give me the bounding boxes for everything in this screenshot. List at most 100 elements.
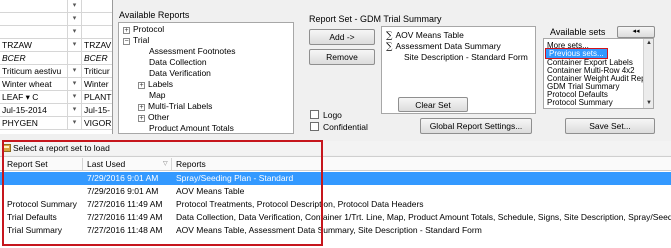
- grid-cell[interactable]: [0, 0, 68, 13]
- tree-node-assessment-footnotes[interactable]: Assessment Footnotes: [149, 46, 235, 57]
- column-header-last-used[interactable]: Last Used: [87, 157, 125, 171]
- cell-reports: AOV Means Table: [176, 186, 245, 196]
- grid-cell[interactable]: BCER: [82, 52, 112, 65]
- grid-cell[interactable]: [0, 13, 68, 26]
- column-divider[interactable]: [82, 158, 83, 170]
- scroll-down-icon[interactable]: ▼: [645, 99, 653, 107]
- vertical-scrollbar[interactable]: ▲ ▼: [643, 39, 653, 108]
- scroll-up-icon[interactable]: ▲: [645, 39, 653, 47]
- grid-cell[interactable]: [82, 26, 112, 39]
- report-set-list[interactable]: ∑ AOV Means Table ∑ Assessment Data Summar…: [381, 26, 536, 114]
- add-button[interactable]: Add ->: [309, 29, 375, 45]
- list-item-label: Assessment Data Summary: [395, 41, 501, 51]
- grid-cell[interactable]: Winter wheat: [0, 78, 68, 91]
- tree-node-trial[interactable]: − Trial: [123, 35, 149, 46]
- table-row[interactable]: Trial Summary 7/27/2016 11:48 AM AOV Mea…: [0, 224, 671, 237]
- grid-cell[interactable]: TRZAV: [82, 39, 112, 52]
- grid-cell[interactable]: Triticur: [82, 65, 112, 78]
- logo-checkbox[interactable]: [310, 110, 319, 119]
- chevron-down-icon[interactable]: ▾: [68, 13, 82, 26]
- logo-label: Logo: [323, 110, 342, 120]
- expand-icon[interactable]: +: [138, 104, 145, 111]
- chevron-down-icon[interactable]: ▾: [68, 65, 82, 78]
- available-sets-list[interactable]: More sets... Previous sets... Container …: [543, 38, 654, 109]
- save-set-button[interactable]: Save Set...: [565, 118, 655, 134]
- grid-row: Triticum aestivu ▾ Triticur: [0, 65, 112, 78]
- tree-node-label: Protocol: [133, 24, 165, 34]
- chevron-down-icon[interactable]: ▾: [68, 39, 82, 52]
- grid-row: Jul-15-2014 ▾ Jul-15-: [0, 104, 112, 117]
- tree-node-multi-trial-labels[interactable]: + Multi-Trial Labels: [138, 101, 212, 112]
- grid-row: Winter wheat ▾ Winter: [0, 78, 112, 91]
- chevron-down-icon[interactable]: ▾: [68, 26, 82, 39]
- column-divider[interactable]: [171, 158, 172, 170]
- tree-node-label: Product Amount Totals: [149, 123, 234, 133]
- chevron-down-icon[interactable]: ▾: [68, 91, 82, 104]
- chevron-down-icon[interactable]: ▾: [68, 78, 82, 91]
- grid-cell[interactable]: Triticum aestivu: [0, 65, 68, 78]
- confidential-checkbox[interactable]: [310, 122, 319, 131]
- cell-last-used: 7/27/2016 11:49 AM: [87, 199, 163, 209]
- table-row[interactable]: 7/29/2016 9:01 AM Spray/Seeding Plan - S…: [0, 172, 671, 185]
- grid-row: BCER BCER: [0, 52, 112, 65]
- cell-reports: Protocol Treatments, Protocol Descriptio…: [176, 199, 424, 209]
- available-reports-title: Available Reports: [119, 10, 190, 20]
- list-item[interactable]: ∑ AOV Means Table: [386, 30, 464, 41]
- chevron-down-icon[interactable]: ▾: [68, 104, 82, 117]
- grid-cell[interactable]: BCER: [0, 52, 68, 65]
- cell-reports: Data Collection, Data Verification, Cont…: [176, 212, 671, 222]
- collapse-icon[interactable]: −: [123, 38, 130, 45]
- remove-button[interactable]: Remove: [309, 49, 375, 65]
- tree-node-other[interactable]: + Other: [138, 112, 169, 123]
- tree-node-labels[interactable]: + Labels: [138, 79, 173, 90]
- column-header-report-set[interactable]: Report Set: [7, 157, 48, 171]
- grid-cell[interactable]: [82, 0, 112, 13]
- grid-cell[interactable]: PLANT: [82, 91, 112, 104]
- grid-cell[interactable]: LEAF ▾ C: [0, 91, 68, 104]
- tree-node-data-verification[interactable]: Data Verification: [149, 68, 211, 79]
- grid-cell[interactable]: PHYGEN: [0, 117, 68, 130]
- confidential-label: Confidential: [323, 122, 368, 132]
- grid-row: ▾: [0, 26, 112, 39]
- list-item-selected[interactable]: Previous sets...: [545, 48, 608, 59]
- report-set-title: Report Set - GDM Trial Summary: [309, 14, 442, 24]
- grid-row: TRZAW ▾ TRZAV: [0, 39, 112, 52]
- cell-report-set: Trial Summary: [7, 225, 62, 235]
- chevron-down-icon[interactable]: ▾: [68, 0, 82, 13]
- available-reports-tree[interactable]: + Protocol − Trial Assessment Footnotes Da…: [118, 22, 294, 134]
- chevron-down-icon[interactable]: ▾: [68, 117, 82, 130]
- tree-node-protocol[interactable]: + Protocol: [123, 24, 164, 35]
- expand-icon[interactable]: +: [138, 115, 145, 122]
- collapse-button[interactable]: ◂◂: [617, 26, 655, 38]
- grid-row: ▾: [0, 0, 112, 13]
- tree-node-product-amount-totals[interactable]: Product Amount Totals: [149, 123, 234, 133]
- tree-node-label: Data Verification: [149, 68, 211, 78]
- tree-node-map[interactable]: Map: [149, 90, 166, 101]
- column-header-reports[interactable]: Reports: [176, 157, 206, 171]
- clear-set-button[interactable]: Clear Set: [398, 97, 468, 112]
- global-report-settings-button[interactable]: Global Report Settings...: [420, 118, 532, 134]
- report-set-table: Report Set Last Used ▽ Reports 7/29/2016…: [0, 156, 671, 248]
- expand-icon[interactable]: +: [138, 82, 145, 89]
- expand-icon[interactable]: +: [123, 27, 130, 34]
- tree-node-label: Data Collection: [149, 57, 207, 67]
- table-row[interactable]: 7/29/2016 9:01 AM AOV Means Table: [0, 185, 671, 198]
- tree-node-label: Trial: [133, 35, 150, 45]
- table-header: Report Set Last Used ▽ Reports: [0, 157, 671, 171]
- grid-cell[interactable]: TRZAW: [0, 39, 68, 52]
- grid-cell[interactable]: Jul-15-2014: [0, 104, 68, 117]
- list-item[interactable]: Site Description - Standard Form: [404, 52, 528, 62]
- table-row[interactable]: Protocol Summary 7/27/2016 11:49 AM Prot…: [0, 198, 671, 211]
- grid-cell[interactable]: Winter: [82, 78, 112, 91]
- list-item[interactable]: Protocol Summary: [547, 98, 613, 107]
- tree-node-data-collection[interactable]: Data Collection: [149, 57, 207, 68]
- grid-cell[interactable]: [0, 26, 68, 39]
- cell-last-used: 7/27/2016 11:49 AM: [87, 212, 163, 222]
- list-item[interactable]: ∑ Assessment Data Summary: [386, 41, 501, 52]
- load-panel-header: Select a report set to load: [0, 141, 671, 155]
- grid-cell[interactable]: VIGOR: [82, 117, 112, 130]
- cell-report-set: Trial Defaults: [7, 212, 57, 222]
- table-row[interactable]: Trial Defaults 7/27/2016 11:49 AM Data C…: [0, 211, 671, 224]
- grid-cell[interactable]: [82, 13, 112, 26]
- grid-cell[interactable]: Jul-15-: [82, 104, 112, 117]
